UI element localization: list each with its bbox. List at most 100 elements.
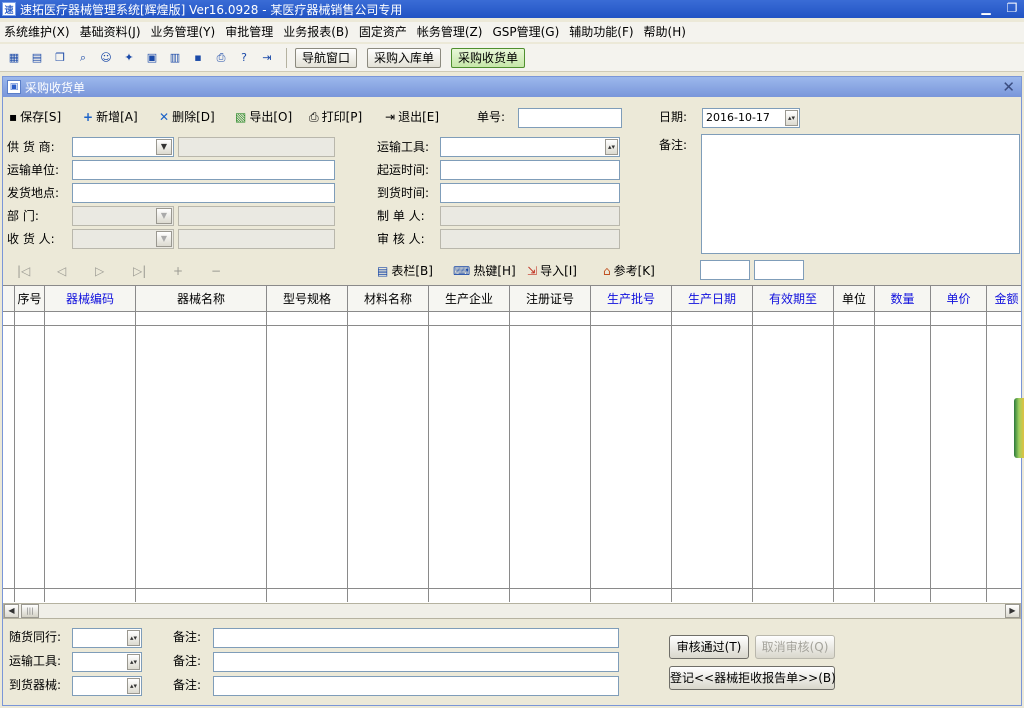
spin-icon[interactable]: ▴▾ bbox=[127, 654, 140, 670]
scroll-left-icon[interactable]: ◀ bbox=[4, 604, 19, 618]
grid-icon[interactable]: ▦ bbox=[5, 49, 23, 67]
transport-unit-field[interactable] bbox=[72, 160, 335, 180]
supplier-select[interactable]: ▼ bbox=[72, 137, 174, 157]
column-header[interactable]: 序号 bbox=[15, 286, 45, 312]
printer-icon[interactable]: ⎙ bbox=[212, 49, 230, 67]
search-icon[interactable]: ⌕ bbox=[74, 49, 92, 67]
order-no-field[interactable] bbox=[518, 108, 622, 128]
table-cell[interactable] bbox=[429, 312, 510, 326]
users-icon[interactable]: ☺ bbox=[97, 49, 115, 67]
table-cell[interactable] bbox=[834, 312, 875, 326]
save-button[interactable]: ▪ 保存[S] bbox=[9, 107, 61, 127]
horizontal-scrollbar[interactable]: ◀ ||| ▶ bbox=[3, 603, 1021, 619]
accompany-remark-field[interactable] bbox=[213, 628, 619, 648]
menu-fixed-assets[interactable]: 固定资产 bbox=[355, 22, 411, 42]
next-record-icon[interactable]: ▷ bbox=[95, 261, 104, 281]
menu-reports[interactable]: 业务报表(B) bbox=[279, 22, 353, 42]
delete-button[interactable]: ✕ 删除[D] bbox=[159, 107, 215, 127]
ship-place-field[interactable] bbox=[72, 183, 335, 203]
grid-filter-field-2[interactable] bbox=[754, 260, 804, 280]
grid-filter-field-1[interactable] bbox=[700, 260, 750, 280]
table-cell[interactable] bbox=[136, 312, 267, 326]
table-cell[interactable] bbox=[267, 312, 348, 326]
column-header[interactable]: 数量 bbox=[875, 286, 931, 312]
window-icon[interactable]: ❐ bbox=[51, 49, 69, 67]
column-header[interactable]: 器械编码 bbox=[45, 286, 136, 312]
table-cell[interactable] bbox=[348, 312, 429, 326]
spin-icon[interactable]: ▴▾ bbox=[127, 678, 140, 694]
column-header[interactable]: 材料名称 bbox=[348, 286, 429, 312]
date-spin-icon[interactable]: ▴▾ bbox=[785, 110, 798, 126]
receiver-select[interactable]: ▼ bbox=[72, 229, 174, 249]
transport-remark-field[interactable] bbox=[213, 652, 619, 672]
table-cell[interactable] bbox=[45, 312, 136, 326]
arrive-time-field[interactable] bbox=[440, 183, 620, 203]
department-select[interactable]: ▼ bbox=[72, 206, 174, 226]
first-record-icon[interactable]: |◁ bbox=[17, 261, 30, 281]
column-header[interactable]: 单价 bbox=[931, 286, 987, 312]
table-cell[interactable] bbox=[931, 312, 987, 326]
menu-business[interactable]: 业务管理(Y) bbox=[147, 22, 220, 42]
minimize-icon[interactable]: ▁ bbox=[978, 0, 994, 16]
reference-button[interactable]: ⌂ 参考[K] bbox=[603, 261, 655, 281]
remark-textarea[interactable] bbox=[701, 134, 1020, 254]
menu-basic-data[interactable]: 基础资料(J) bbox=[76, 22, 145, 42]
column-header[interactable]: 金额 bbox=[987, 286, 1021, 312]
column-header[interactable]: 器械名称 bbox=[136, 286, 267, 312]
hotkey-button[interactable]: ⌨ 热键[H] bbox=[453, 261, 516, 281]
depart-time-field[interactable] bbox=[440, 160, 620, 180]
columns-button[interactable]: ▤ 表栏[B] bbox=[377, 261, 433, 281]
accompany-select[interactable]: ▴▾ bbox=[72, 628, 142, 648]
menu-help[interactable]: 帮助(H) bbox=[640, 22, 690, 42]
arrive-remark-field[interactable] bbox=[213, 676, 619, 696]
exit-door-icon[interactable]: ⇥ bbox=[258, 49, 276, 67]
last-record-icon[interactable]: ▷| bbox=[133, 261, 146, 281]
card-icon[interactable]: ▤ bbox=[28, 49, 46, 67]
chevron-down-icon[interactable]: ▼ bbox=[156, 231, 172, 247]
calculator-icon[interactable]: ▥ bbox=[166, 49, 184, 67]
table-cell[interactable] bbox=[591, 312, 672, 326]
nav-window-button[interactable]: 导航窗口 bbox=[295, 47, 358, 68]
spin-icon[interactable]: ▴▾ bbox=[127, 630, 140, 646]
table-cell[interactable] bbox=[987, 312, 1021, 326]
column-header[interactable]: 型号规格 bbox=[267, 286, 348, 312]
scroll-right-icon[interactable]: ▶ bbox=[1005, 604, 1020, 618]
column-header[interactable]: 有效期至 bbox=[753, 286, 834, 312]
add-button[interactable]: + 新增[A] bbox=[83, 107, 138, 127]
column-header[interactable]: 生产企业 bbox=[429, 286, 510, 312]
chevron-down-icon[interactable]: ▼ bbox=[156, 208, 172, 224]
menu-tools[interactable]: 辅助功能(F) bbox=[565, 22, 637, 42]
column-header[interactable]: 注册证号 bbox=[510, 286, 591, 312]
menu-accounting[interactable]: 帐务管理(Z) bbox=[413, 22, 487, 42]
transport-tool-select[interactable]: ▴▾ bbox=[440, 137, 620, 157]
print-button[interactable]: ⎙ 打印[P] bbox=[309, 107, 362, 127]
table-cell[interactable] bbox=[672, 312, 753, 326]
prev-record-icon[interactable]: ◁ bbox=[57, 261, 66, 281]
export-button[interactable]: ▧ 导出[O] bbox=[235, 107, 292, 127]
spin-icon[interactable]: ▴▾ bbox=[605, 139, 618, 155]
table-cell[interactable] bbox=[753, 312, 834, 326]
purchase-in-button[interactable]: 采购入库单 bbox=[367, 47, 442, 68]
restore-icon[interactable]: ❐ bbox=[1004, 0, 1020, 16]
side-grip-handle[interactable] bbox=[1014, 398, 1024, 458]
menu-gsp[interactable]: GSP管理(G) bbox=[488, 22, 563, 42]
approve-button[interactable]: 审核通过(T) bbox=[669, 635, 749, 659]
register-reject-report-button[interactable]: 登记<<器械拒收报告单>>(B) bbox=[669, 666, 836, 690]
purchase-receive-button[interactable]: 采购收货单 bbox=[451, 47, 526, 68]
table-cell[interactable] bbox=[510, 312, 591, 326]
delete-row-icon[interactable]: − bbox=[211, 261, 221, 281]
menu-system-maintenance[interactable]: 系统维护(X) bbox=[0, 22, 74, 42]
help-icon[interactable]: ? bbox=[235, 49, 253, 67]
import-button[interactable]: ⇲ 导入[I] bbox=[527, 261, 577, 281]
exit-button[interactable]: ⇥ 退出[E] bbox=[385, 107, 439, 127]
table-cell[interactable] bbox=[875, 312, 931, 326]
save-disk-icon[interactable]: ▪ bbox=[189, 49, 207, 67]
close-icon[interactable]: ✕ bbox=[1002, 78, 1015, 96]
table-cell[interactable] bbox=[15, 312, 45, 326]
date-field[interactable]: 2016-10-17 ▴▾ bbox=[702, 108, 800, 128]
arrive-device-select[interactable]: ▴▾ bbox=[72, 676, 142, 696]
column-header[interactable]: 生产日期 bbox=[672, 286, 753, 312]
transport-tool-check-select[interactable]: ▴▾ bbox=[72, 652, 142, 672]
cancel-approve-button[interactable]: 取消审核(Q) bbox=[755, 635, 835, 659]
scroll-thumb[interactable]: ||| bbox=[21, 604, 39, 618]
